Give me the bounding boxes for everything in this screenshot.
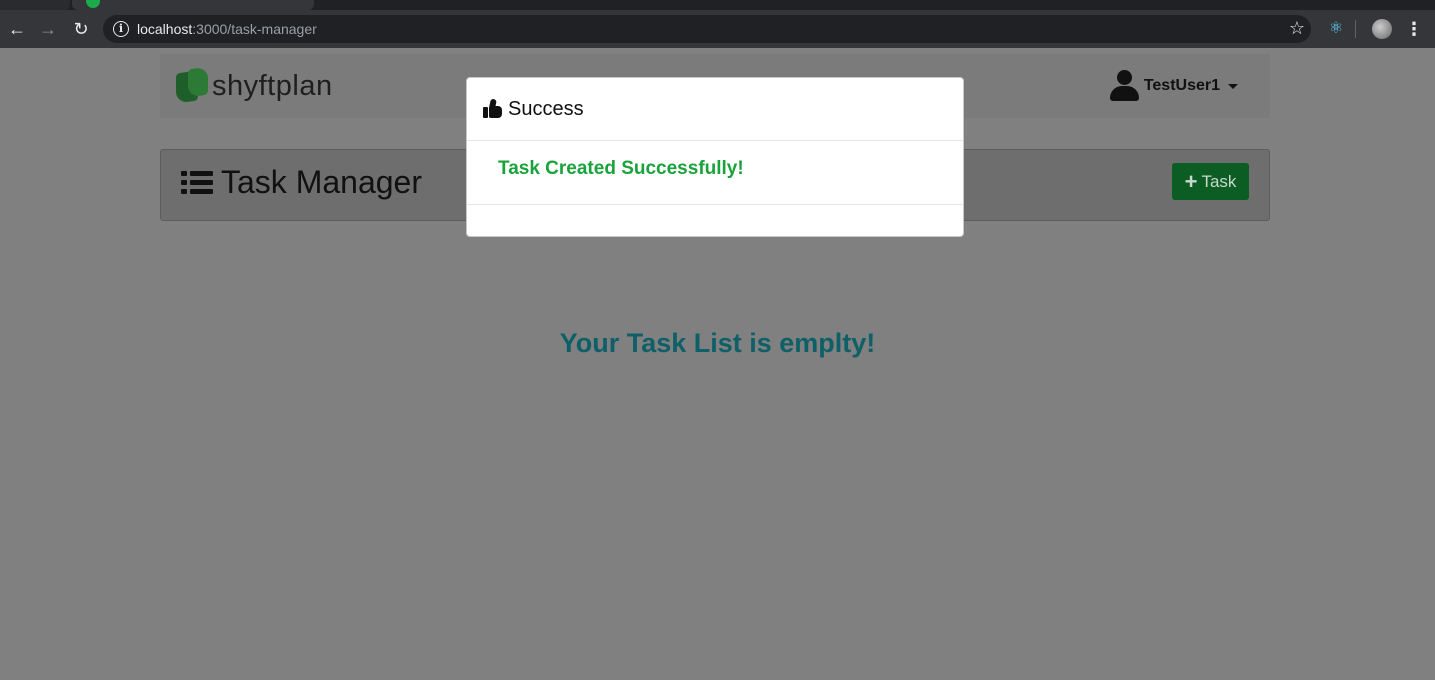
- user-icon: [1109, 70, 1139, 102]
- react-devtools-icon[interactable]: ⚛: [1326, 19, 1346, 39]
- forward-arrow-icon[interactable]: →: [38, 19, 58, 39]
- toolbar-divider: [1355, 20, 1356, 38]
- modal-header: Success: [467, 78, 963, 141]
- profile-avatar-icon[interactable]: [1372, 19, 1392, 39]
- browser-tab-previous[interactable]: [0, 0, 70, 10]
- bookmark-star-icon[interactable]: ☆: [1289, 18, 1305, 39]
- url-text[interactable]: localhost:3000/task-manager: [137, 21, 317, 37]
- reload-icon[interactable]: ↻: [71, 19, 91, 39]
- site-info-icon[interactable]: i: [113, 21, 129, 37]
- user-menu-toggle[interactable]: TestUser1: [1109, 70, 1238, 102]
- thumbs-up-icon: [483, 98, 503, 119]
- username: TestUser1: [1143, 77, 1220, 94]
- list-icon: [181, 169, 213, 197]
- address-bar[interactable]: i localhost:3000/task-manager ☆: [103, 15, 1311, 43]
- browser-tabstrip: [0, 0, 1435, 10]
- tab-favicon-icon: [86, 0, 100, 8]
- add-task-button[interactable]: + Task: [1172, 163, 1249, 200]
- caret-down-icon: [1228, 83, 1238, 89]
- browser-menu-icon[interactable]: ⋮: [1404, 19, 1424, 39]
- brand-name: shyftplan: [212, 69, 333, 102]
- plus-icon: +: [1184, 168, 1198, 194]
- success-modal: Success Task Created Successfully!: [466, 77, 964, 237]
- add-task-label: Task: [1201, 171, 1237, 191]
- empty-task-list-message: Your Task List is emplty!: [559, 328, 876, 358]
- browser-tab-active[interactable]: [72, 0, 314, 10]
- success-message: Task Created Successfully!: [498, 158, 744, 179]
- shyftplan-logo-icon: [176, 66, 210, 104]
- back-arrow-icon[interactable]: ←: [7, 19, 27, 39]
- page-title-text: Task Manager: [221, 164, 422, 200]
- page-title: Task Manager: [181, 164, 422, 201]
- modal-body: Task Created Successfully!: [467, 141, 963, 205]
- brand-logo[interactable]: shyftplan: [176, 66, 333, 104]
- modal-title: Success: [508, 97, 584, 120]
- browser-toolbar: ← → ↻ i localhost:3000/task-manager ☆ ⚛ …: [0, 10, 1435, 48]
